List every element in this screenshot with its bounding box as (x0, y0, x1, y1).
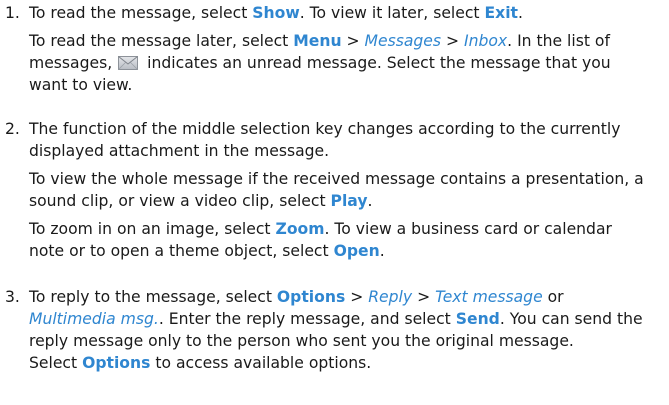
keyword-reply: Reply (368, 288, 413, 306)
text: . You can send the (499, 310, 643, 328)
text: messages, (29, 54, 113, 72)
text: reply message only to the person who sen… (29, 332, 574, 350)
keyword-exit: Exit (484, 4, 519, 22)
keyword-multimedia-msg: Multimedia msg. (29, 310, 159, 328)
unread-message-envelope-icon (118, 54, 139, 70)
text: To zoom in on an image, select (29, 220, 276, 238)
text: displayed attachment in the message. (29, 142, 330, 160)
document-page: 1. To read the message, select Show. To … (0, 0, 669, 405)
step-body: To read the message, select Show. To vie… (29, 2, 659, 96)
text: To read the message, select (29, 4, 253, 22)
keyword-inbox: Inbox (464, 32, 508, 50)
text: . (367, 192, 373, 210)
step-number: 3. (5, 288, 20, 306)
paragraph: To reply to the message, select Options … (29, 286, 659, 352)
keyword-options: Options (276, 288, 346, 306)
text: sound clip, or view a video clip, select (29, 192, 331, 210)
keyword-messages: Messages (364, 32, 442, 50)
paragraph: To zoom in on an image, select Zoom. To … (29, 218, 659, 262)
keyword-play: Play (330, 192, 368, 210)
text: . (518, 4, 523, 22)
text: > (441, 32, 464, 50)
step-body: The function of the middle selection key… (29, 118, 659, 262)
text: to access available options. (150, 354, 372, 372)
step-number: 2. (5, 120, 20, 138)
text: indicates an unread message. Select the … (147, 54, 611, 72)
text: > (345, 288, 369, 306)
text: . (379, 242, 385, 260)
paragraph: Select Options to access available optio… (29, 352, 659, 374)
keyword-text-message: Text message (435, 288, 543, 306)
text: . In the list of (507, 32, 610, 50)
text: To read the message later, select (29, 32, 294, 50)
paragraph: To view the whole message if the receive… (29, 168, 659, 212)
keyword-zoom: Zoom (275, 220, 325, 238)
text: or (542, 288, 564, 306)
text: . To view it later, select (299, 4, 485, 22)
keyword-options: Options (82, 354, 151, 372)
keyword-send: Send (455, 310, 500, 328)
paragraph: The function of the middle selection key… (29, 118, 659, 162)
text: The function of the middle selection key… (29, 120, 621, 138)
step-number: 1. (5, 4, 20, 22)
keyword-open: Open (333, 242, 380, 260)
keyword-menu: Menu (293, 32, 342, 50)
text: > (412, 288, 436, 306)
text: To view the whole message if the receive… (29, 170, 644, 188)
keyword-show: Show (252, 4, 300, 22)
paragraph: To read the message, select Show. To vie… (29, 2, 659, 24)
paragraph: To read the message later, select Menu >… (29, 30, 659, 96)
text: Select (29, 354, 83, 372)
text: note or to open a theme object, select (29, 242, 334, 260)
text: want to view. (29, 76, 133, 94)
text: To reply to the message, select (29, 288, 277, 306)
text: > (341, 32, 365, 50)
text: . Enter the reply message, and select (158, 310, 456, 328)
step-body: To reply to the message, select Options … (29, 286, 659, 374)
text: . To view a business card or calendar (324, 220, 612, 238)
